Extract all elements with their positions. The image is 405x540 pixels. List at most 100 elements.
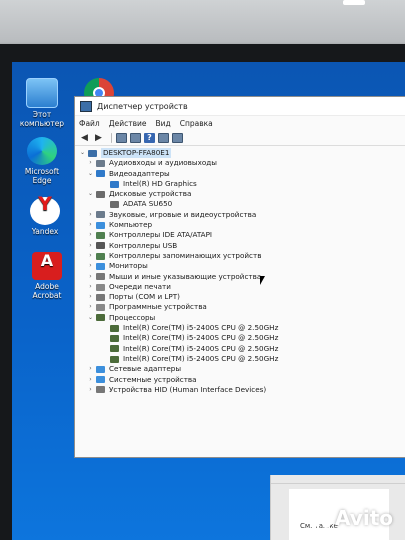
- tree-item-label: Компьютер: [109, 220, 153, 230]
- menu-action[interactable]: Действие: [109, 119, 147, 128]
- desktop-icon-label: Yandex: [31, 227, 59, 236]
- properties-icon[interactable]: [116, 132, 127, 143]
- tree-item-label: Intel(R) HD Graphics: [123, 178, 197, 188]
- collapse-arrow-icon[interactable]: ⌄: [87, 189, 94, 199]
- desktop-icon-this-pc[interactable]: Этот компьютер: [15, 78, 69, 128]
- device-icon: [96, 262, 105, 270]
- tree-category[interactable]: › Очереди печати: [75, 282, 405, 292]
- collapse-arrow-icon[interactable]: ⌄: [79, 148, 86, 158]
- expand-arrow-icon[interactable]: ›: [87, 230, 94, 240]
- tree-item-label: Дисковые устройства: [109, 189, 192, 199]
- tree-category[interactable]: ⌄ Процессоры: [75, 313, 405, 323]
- tree-device[interactable]: Intel(R) Core(TM) i5-2400S CPU @ 2.50GHz: [75, 354, 405, 364]
- expand-arrow-icon[interactable]: ›: [87, 302, 94, 312]
- expand-arrow-icon[interactable]: ›: [87, 158, 94, 168]
- expand-arrow-icon[interactable]: ›: [87, 385, 94, 395]
- tree-category[interactable]: › Сетевые адаптеры: [75, 364, 405, 374]
- computer-icon: [88, 149, 97, 157]
- edge-icon: [27, 137, 57, 165]
- tree-item-label: Контроллеры USB: [109, 240, 178, 250]
- list-view-icon[interactable]: [130, 132, 141, 143]
- ceiling-light: [343, 0, 365, 5]
- collapse-arrow-icon[interactable]: ⌄: [87, 169, 94, 179]
- tree-category[interactable]: › Устройства HID (Human Interface Devices…: [75, 385, 405, 395]
- device-icon: [96, 386, 105, 394]
- tree-item-label: Устройства HID (Human Interface Devices): [109, 384, 267, 394]
- expand-arrow-icon[interactable]: ›: [87, 241, 94, 251]
- menu-file[interactable]: Файл: [79, 119, 100, 128]
- tree-item-label: Видеоадаптеры: [109, 168, 170, 178]
- device-icon: [110, 324, 119, 332]
- tree-item-label: Мониторы: [109, 261, 148, 271]
- menu-help[interactable]: Справка: [180, 119, 213, 128]
- tree-category[interactable]: › Мониторы: [75, 261, 405, 271]
- tree-item-label: Intel(R) Core(TM) i5-2400S CPU @ 2.50GHz: [123, 353, 279, 363]
- tree-device[interactable]: Intel(R) Core(TM) i5-2400S CPU @ 2.50GHz: [75, 323, 405, 333]
- tree-category[interactable]: › Аудиовходы и аудиовыходы: [75, 158, 405, 168]
- tree-category[interactable]: › Контроллеры IDE ATA/ATAPI: [75, 230, 405, 240]
- tree-device[interactable]: Intel(R) HD Graphics: [75, 179, 405, 189]
- tree-root[interactable]: ⌄ DESKTOP-FFA80E1: [75, 148, 405, 159]
- tree-root-label: DESKTOP-FFA80E1: [101, 148, 172, 159]
- title-bar[interactable]: Диспетчер устройств: [75, 97, 405, 116]
- tree-item-label: Программные устройства: [109, 302, 207, 312]
- expand-arrow-icon[interactable]: ›: [87, 210, 94, 220]
- device-icon: [110, 180, 119, 188]
- desktop-icon-acrobat[interactable]: Adobe Acrobat: [20, 252, 74, 300]
- acrobat-icon: [32, 252, 62, 280]
- tree-category[interactable]: › Программные устройства: [75, 302, 405, 312]
- tree-category[interactable]: › Компьютер: [75, 220, 405, 230]
- expand-arrow-icon[interactable]: ›: [87, 261, 94, 271]
- tree-device[interactable]: Intel(R) Core(TM) i5-2400S CPU @ 2.50GHz: [75, 344, 405, 354]
- tree-item-label: Порты (COM и LPT): [109, 292, 180, 302]
- desktop-screen: Этот компьютер Microsoft Edge Yandex Ado…: [12, 62, 405, 540]
- tree-category[interactable]: › Контроллеры запоминающих устройств: [75, 251, 405, 261]
- device-icon: [96, 304, 105, 312]
- desktop-icon-yandex[interactable]: Yandex: [18, 197, 72, 236]
- tree-category[interactable]: › Мыши и иные указывающие устройства: [75, 272, 405, 282]
- tree-category[interactable]: › Системные устройства: [75, 375, 405, 385]
- device-icon: [96, 283, 105, 291]
- menu-bar: Файл Действие Вид Справка: [75, 116, 405, 130]
- tree-device[interactable]: Intel(R) Core(TM) i5-2400S CPU @ 2.50GHz: [75, 333, 405, 343]
- panel-view-icon[interactable]: [158, 132, 169, 143]
- tree-item-label: Очереди печати: [109, 281, 171, 291]
- device-icon: [96, 252, 105, 260]
- monitor-scan-icon[interactable]: [172, 132, 183, 143]
- device-icon: [110, 334, 119, 342]
- expand-arrow-icon[interactable]: ›: [87, 272, 94, 282]
- desktop-icon-edge[interactable]: Microsoft Edge: [15, 137, 69, 185]
- device-icon: [96, 159, 105, 167]
- back-arrow-icon[interactable]: ◀: [79, 133, 90, 143]
- device-manager-window: Диспетчер устройств Файл Действие Вид Сп…: [74, 96, 405, 458]
- expand-arrow-icon[interactable]: ›: [87, 251, 94, 261]
- menu-view[interactable]: Вид: [155, 119, 170, 128]
- tree-category[interactable]: ⌄ Видеоадаптеры: [75, 169, 405, 179]
- toolbar-separator: [111, 132, 112, 143]
- device-icon: [96, 314, 105, 322]
- device-icon: [96, 232, 105, 240]
- expand-arrow-icon[interactable]: ›: [87, 375, 94, 385]
- tree-item-label: ADATA SU650: [123, 199, 173, 209]
- forward-arrow-icon[interactable]: ▶: [93, 133, 104, 143]
- tree-device[interactable]: ADATA SU650: [75, 199, 405, 209]
- tree-category[interactable]: › Звуковые, игровые и видеоустройства: [75, 210, 405, 220]
- expand-arrow-icon[interactable]: ›: [87, 220, 94, 230]
- expand-arrow-icon[interactable]: ›: [87, 364, 94, 374]
- device-icon: [96, 190, 105, 198]
- tree-category[interactable]: › Порты (COM и LPT): [75, 292, 405, 302]
- divider: [271, 483, 405, 484]
- device-tree: ⌄ DESKTOP-FFA80E1 › Аудиовходы и аудиовых…: [75, 146, 405, 395]
- expand-arrow-icon[interactable]: ›: [87, 282, 94, 292]
- collapse-arrow-icon[interactable]: ⌄: [87, 313, 94, 323]
- device-icon: [96, 293, 105, 301]
- avito-watermark: Avito: [309, 506, 393, 530]
- device-icon: [110, 355, 119, 363]
- device-icon: [110, 345, 119, 353]
- tree-item-label: Intel(R) Core(TM) i5-2400S CPU @ 2.50GHz: [123, 333, 279, 343]
- tree-category[interactable]: ⌄ Дисковые устройства: [75, 189, 405, 199]
- desktop-icon-label: Microsoft Edge: [24, 167, 60, 185]
- expand-arrow-icon[interactable]: ›: [87, 292, 94, 302]
- tree-category[interactable]: › Контроллеры USB: [75, 241, 405, 251]
- help-icon[interactable]: ?: [144, 132, 155, 143]
